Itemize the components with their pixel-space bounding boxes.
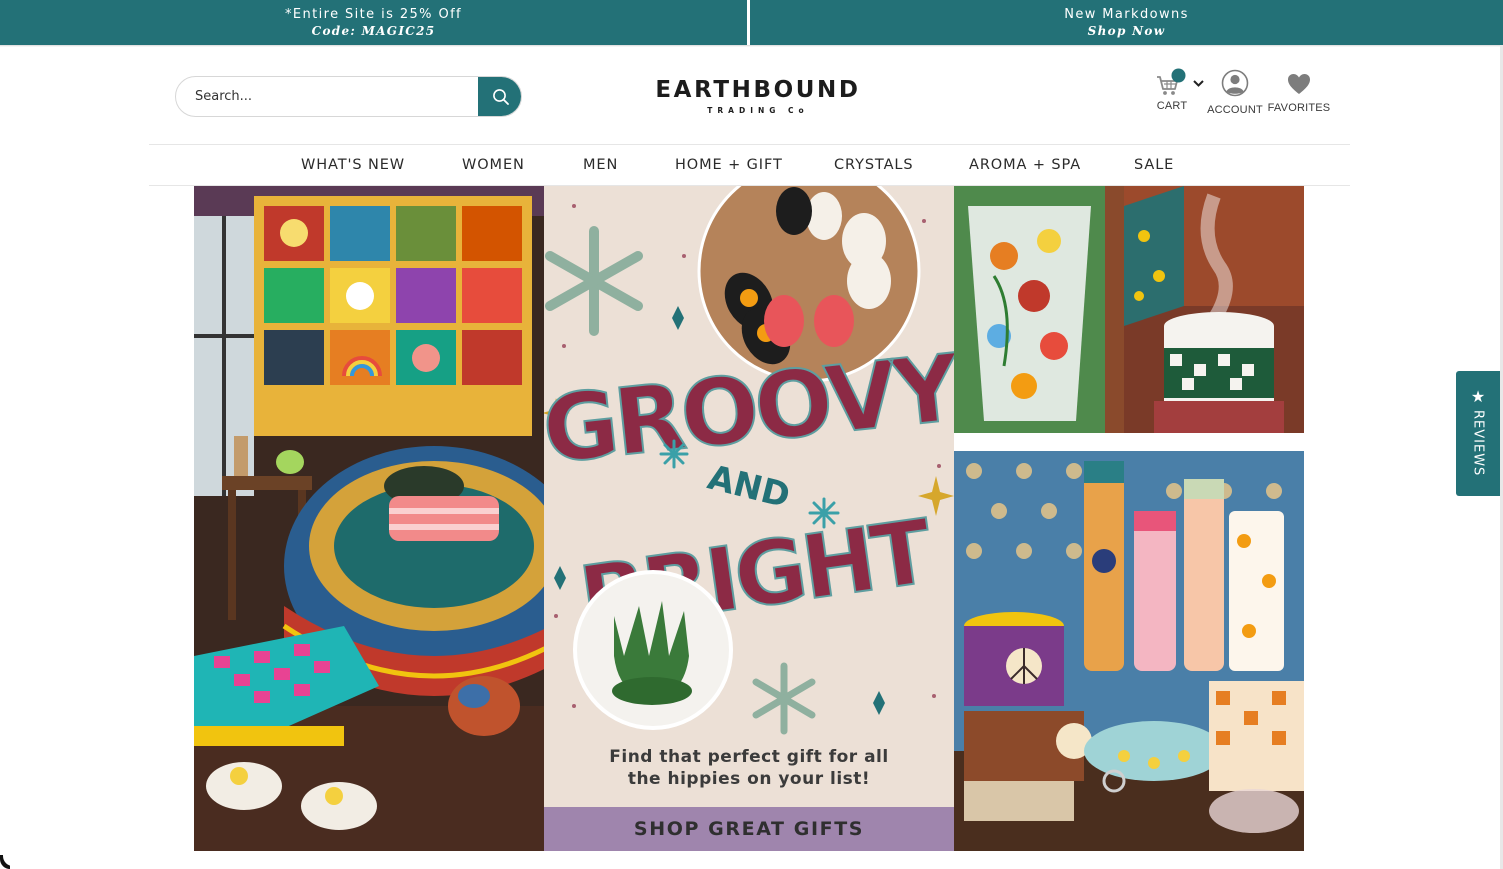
search-icon xyxy=(492,88,509,105)
hero-photo-room xyxy=(194,186,544,851)
logo-wordmark: EARTHBOUND xyxy=(655,77,861,103)
promo-code-text: Code: MAGIC25 xyxy=(311,23,436,38)
reviews-label: REVIEWS xyxy=(1470,410,1486,477)
promo-shop-now-text: Shop Now xyxy=(1087,23,1166,38)
favorites-button[interactable]: FAVORITES xyxy=(1266,71,1332,117)
hero-photo-mugs xyxy=(954,451,1304,851)
nav-item-sale[interactable]: SALE xyxy=(1134,157,1174,173)
cart-label: CART xyxy=(1156,100,1188,112)
promo-shadow xyxy=(0,45,1503,47)
cart-icon xyxy=(1157,68,1204,95)
nav-item-crystals[interactable]: CRYSTALS xyxy=(834,157,913,173)
hero-banner[interactable]: GROOVY AND BRIGHT Find that perfect gift… xyxy=(194,186,1304,851)
nav-item-aroma-spa[interactable]: AROMA + SPA xyxy=(969,157,1081,173)
main-nav: WHAT'S NEW WOMEN MEN HOME + GIFT CRYSTAL… xyxy=(149,144,1350,186)
promo-new-markdowns[interactable]: New Markdowns Shop Now xyxy=(750,0,1503,45)
nav-item-whats-new[interactable]: WHAT'S NEW xyxy=(301,157,405,173)
account-label: ACCOUNT xyxy=(1207,104,1263,116)
nav-item-home-gift[interactable]: HOME + GIFT xyxy=(675,157,783,173)
site-logo[interactable]: EARTHBOUND TRADING Co xyxy=(640,77,876,119)
account-icon xyxy=(1221,69,1249,97)
search-box xyxy=(175,76,522,117)
cart-button[interactable]: CART xyxy=(1150,68,1210,118)
hero-photo-divider xyxy=(1105,186,1124,433)
shop-great-gifts-button[interactable]: SHOP GREAT GIFTS xyxy=(544,807,954,851)
favorites-label: FAVORITES xyxy=(1267,102,1331,114)
hero-tagline-line2: the hippies on your list! xyxy=(627,769,871,789)
hero-photo-diffuser xyxy=(1124,186,1304,433)
heart-icon xyxy=(1288,74,1310,94)
promo-sitewide-sale[interactable]: *Entire Site is 25% Off Code: MAGIC25 xyxy=(0,0,747,45)
search-input[interactable] xyxy=(176,77,478,116)
reviews-tab[interactable]: ★ REVIEWS xyxy=(1456,371,1500,496)
hero-photo-glass xyxy=(954,186,1105,433)
hero-tagline-line1: Find that perfect gift for all xyxy=(609,747,889,767)
hero-tagline: Find that perfect gift for all the hippi… xyxy=(544,746,954,790)
hero-photo-separator xyxy=(954,433,1304,451)
nav-item-women[interactable]: WOMEN xyxy=(462,157,525,173)
promo-sitewide-text: *Entire Site is 25% Off xyxy=(284,6,463,22)
promo-markdowns-text: New Markdowns xyxy=(1064,6,1189,22)
chevron-down-icon xyxy=(1193,80,1204,87)
star-icon: ★ xyxy=(1470,389,1486,407)
logo-subtext: TRADING Co xyxy=(707,106,809,115)
search-button[interactable] xyxy=(478,77,521,116)
promo-banner: *Entire Site is 25% Off Code: MAGIC25 Ne… xyxy=(0,0,1503,45)
account-button[interactable]: ACCOUNT xyxy=(1205,69,1265,119)
nav-item-men[interactable]: MEN xyxy=(583,157,618,173)
